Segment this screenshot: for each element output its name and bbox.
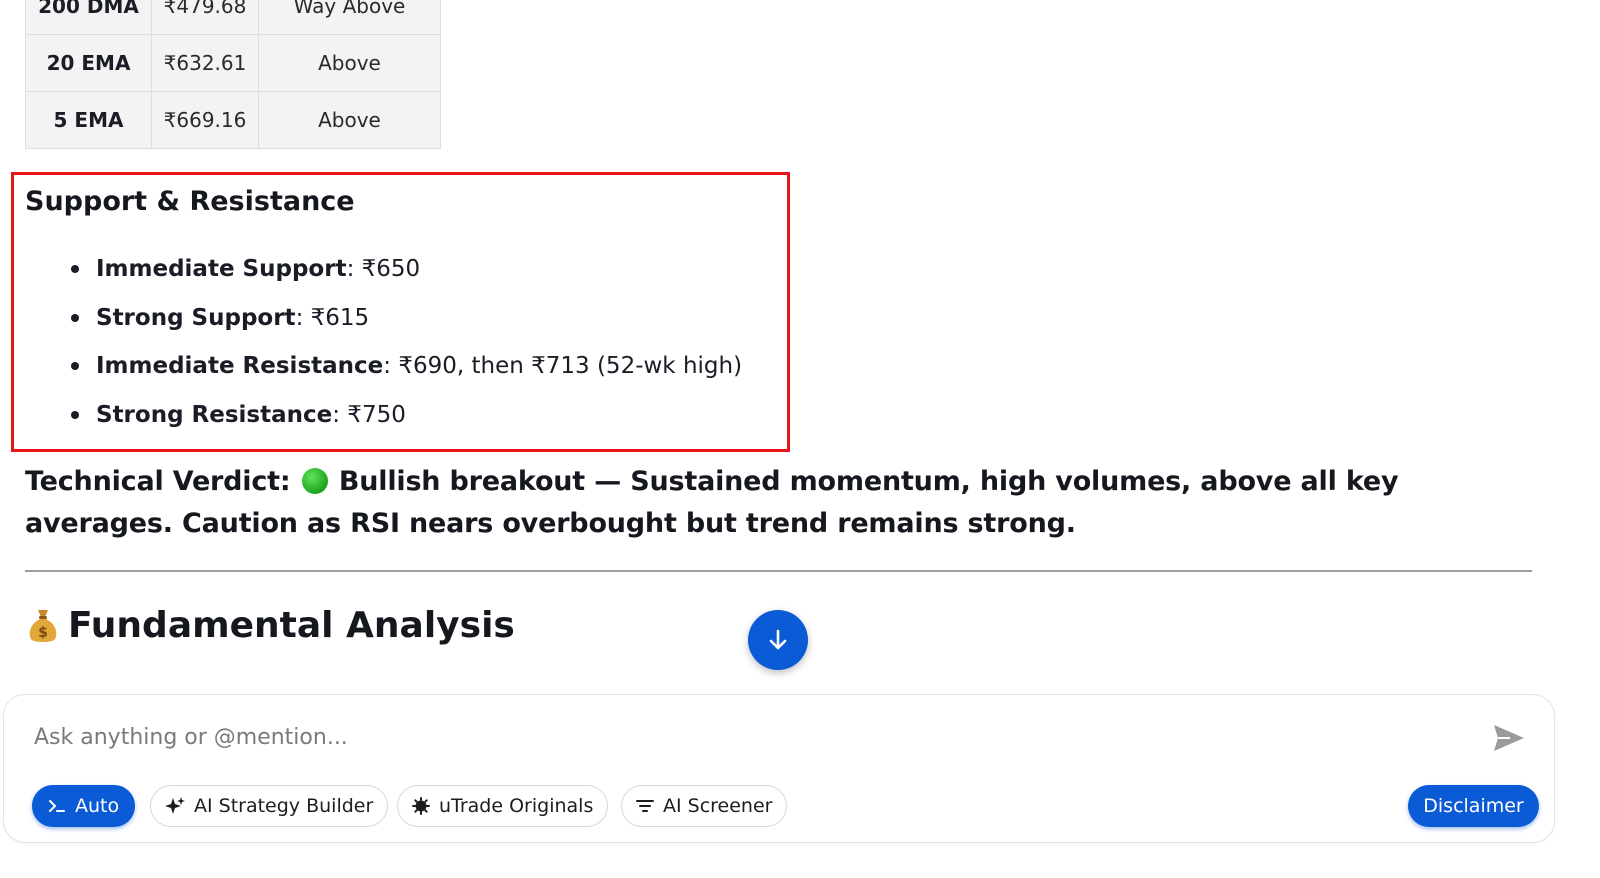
- table-row: 5 EMA ₹669.16 Above: [25, 91, 441, 149]
- ma-label: 5 EMA: [25, 91, 152, 149]
- level-label: Strong Support: [96, 304, 296, 331]
- scroll-down-button[interactable]: [748, 610, 808, 670]
- ma-status: Above: [258, 91, 441, 149]
- verdict-headline: Bullish breakout: [338, 466, 586, 497]
- technical-verdict: Technical Verdict: Bullish breakout — Su…: [25, 461, 1535, 545]
- green-circle-icon: [301, 468, 328, 494]
- ma-status: Way Above: [258, 0, 441, 35]
- originals-label: uTrade Originals: [439, 795, 594, 817]
- bullet-icon: [71, 313, 79, 322]
- level-label: Strong Resistance: [96, 401, 333, 428]
- level-value: : ₹650: [346, 256, 421, 282]
- ma-value: ₹669.16: [151, 91, 259, 149]
- level-label: Immediate Support: [96, 256, 347, 282]
- disclaimer-button[interactable]: Disclaimer: [1408, 785, 1539, 827]
- svg-text:$: $: [38, 625, 48, 641]
- auto-mode-button[interactable]: Auto: [32, 785, 136, 827]
- support-resistance-list: Immediate Support: ₹650 Strong Support: …: [66, 250, 742, 444]
- list-item: Strong Resistance: ₹750: [66, 396, 742, 445]
- ai-strategy-builder-button[interactable]: AI Strategy Builder: [150, 785, 389, 827]
- support-resistance-heading: Support & Resistance: [25, 186, 355, 217]
- ma-label: 20 EMA: [25, 34, 152, 92]
- list-item: Immediate Resistance: ₹690, then ₹713 (5…: [66, 347, 742, 396]
- ma-status: Above: [258, 34, 441, 92]
- filter-icon: [636, 798, 654, 814]
- ai-screener-button[interactable]: AI Screener: [621, 785, 788, 827]
- divider: [25, 570, 1532, 572]
- chat-composer: Auto AI Strategy Builder uTrade Original…: [3, 694, 1555, 843]
- table-row: 20 EMA ₹632.61 Above: [25, 34, 441, 92]
- level-value: : ₹690, then ₹713 (52-wk high): [383, 353, 743, 379]
- badge-icon: [412, 797, 430, 815]
- arrow-down-icon: [769, 629, 787, 650]
- send-icon: [1494, 725, 1524, 751]
- level-value: : ₹750: [332, 401, 406, 428]
- auto-label: Auto: [75, 795, 120, 817]
- list-item: Immediate Support: ₹650: [66, 250, 742, 299]
- verdict-label: Technical Verdict:: [25, 466, 291, 497]
- ma-value: ₹632.61: [151, 34, 259, 92]
- level-label: Immediate Resistance: [96, 353, 384, 379]
- send-button[interactable]: [1492, 723, 1526, 753]
- table-row: 200 DMA ₹479.68 Way Above: [25, 0, 441, 35]
- bullet-icon: [71, 410, 79, 419]
- chat-input[interactable]: [34, 717, 1454, 757]
- screener-label: AI Screener: [663, 795, 773, 817]
- fundamental-analysis-heading: $ Fundamental Analysis: [28, 605, 515, 646]
- money-bag-icon: $: [28, 607, 58, 645]
- ma-label: 200 DMA: [25, 0, 152, 35]
- moving-averages-table: 200 DMA ₹479.68 Way Above 20 EMA ₹632.61…: [25, 0, 441, 149]
- fundamental-title: Fundamental Analysis: [68, 605, 515, 646]
- sparkles-icon: [165, 796, 185, 816]
- bullet-icon: [71, 265, 79, 273]
- bullet-icon: [71, 362, 79, 370]
- ma-value: ₹479.68: [151, 0, 259, 35]
- utrade-originals-button[interactable]: uTrade Originals: [397, 785, 609, 827]
- terminal-icon: [48, 798, 66, 814]
- list-item: Strong Support: ₹615: [66, 299, 742, 348]
- strategy-label: AI Strategy Builder: [194, 795, 374, 817]
- level-value: : ₹615: [295, 304, 370, 331]
